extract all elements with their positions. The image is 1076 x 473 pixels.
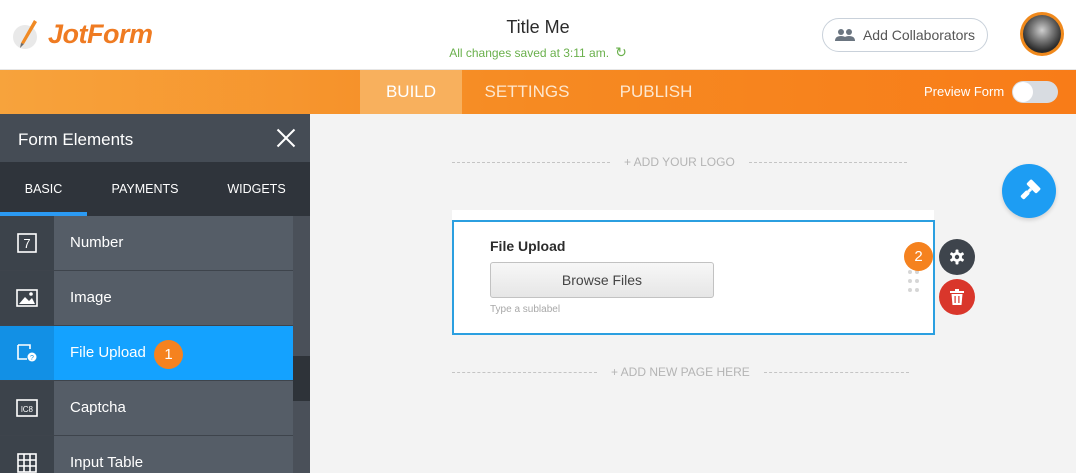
preview-form-toggle[interactable] bbox=[1012, 81, 1058, 103]
divider bbox=[748, 161, 907, 163]
svg-text:7: 7 bbox=[23, 236, 30, 251]
save-status-text: All changes saved at 3:11 am. bbox=[449, 45, 610, 60]
logo-text: JotForm bbox=[48, 18, 153, 49]
tab-payments[interactable]: PAYMENTS bbox=[87, 162, 203, 216]
form-designer-button[interactable] bbox=[1002, 164, 1056, 218]
close-icon[interactable] bbox=[276, 128, 296, 148]
jotform-logo-icon bbox=[13, 20, 37, 49]
avatar-image bbox=[1023, 15, 1061, 53]
add-collaborators-button[interactable]: Add Collaborators bbox=[822, 18, 988, 52]
element-label: Captcha bbox=[70, 399, 126, 416]
refresh-icon[interactable]: ↻ bbox=[615, 44, 627, 61]
svg-text:lC8: lC8 bbox=[21, 405, 34, 414]
element-list: 7 Number Image ? File Upload lC8 Captcha bbox=[0, 216, 293, 473]
divider bbox=[452, 371, 597, 373]
field-label[interactable]: File Upload bbox=[490, 238, 565, 254]
element-item-input-table[interactable]: Input Table bbox=[0, 436, 293, 473]
captcha-icon: lC8 bbox=[0, 381, 54, 435]
panel-title: Form Elements bbox=[18, 130, 134, 149]
divider bbox=[763, 371, 909, 373]
element-label: Number bbox=[70, 234, 124, 251]
tab-publish[interactable]: PUBLISH bbox=[608, 70, 704, 114]
add-logo-row[interactable]: + ADD YOUR LOGO bbox=[452, 155, 907, 169]
element-label: Input Table bbox=[70, 454, 144, 471]
browse-files-button[interactable]: Browse Files bbox=[490, 262, 714, 298]
top-header: JotForm Title Me All changes saved at 3:… bbox=[0, 0, 1076, 70]
add-collaborators-label: Add Collaborators bbox=[862, 27, 976, 43]
users-icon bbox=[834, 29, 855, 41]
file-upload-icon: ? bbox=[0, 326, 54, 380]
add-logo-link[interactable]: + ADD YOUR LOGO bbox=[624, 155, 735, 169]
jotform-logo[interactable]: JotForm bbox=[12, 18, 153, 50]
step-badge-2: 2 bbox=[904, 242, 933, 271]
sublabel-input[interactable]: Type a sublabel bbox=[490, 304, 560, 315]
trash-icon bbox=[950, 289, 964, 305]
preview-form-label: Preview Form bbox=[924, 84, 1005, 99]
add-page-link[interactable]: + ADD NEW PAGE HERE bbox=[611, 365, 750, 379]
save-status: All changes saved at 3:11 am. ↻ bbox=[430, 44, 646, 61]
drag-handle-icon[interactable] bbox=[908, 270, 920, 294]
svg-text:?: ? bbox=[30, 355, 34, 362]
element-item-captcha[interactable]: lC8 Captcha bbox=[0, 381, 293, 436]
form-elements-panel: Form Elements BASIC PAYMENTS WIDGETS 7 N… bbox=[0, 114, 310, 473]
toggle-knob bbox=[1013, 82, 1033, 102]
step-badge-1: 1 bbox=[154, 340, 183, 369]
tab-basic[interactable]: BASIC bbox=[0, 162, 87, 216]
delete-field-button[interactable] bbox=[939, 279, 975, 315]
add-page-row[interactable]: + ADD NEW PAGE HERE bbox=[452, 365, 909, 379]
image-icon bbox=[0, 271, 54, 325]
tab-build[interactable]: BUILD bbox=[360, 70, 462, 114]
panel-scrollbar[interactable] bbox=[293, 216, 310, 473]
field-properties-button[interactable] bbox=[939, 239, 975, 275]
form-title[interactable]: Title Me bbox=[430, 17, 646, 38]
tab-settings[interactable]: SETTINGS bbox=[474, 70, 580, 114]
table-icon bbox=[0, 436, 54, 473]
tab-widgets[interactable]: WIDGETS bbox=[203, 162, 310, 216]
element-label: Image bbox=[70, 289, 112, 306]
divider bbox=[452, 161, 610, 163]
gear-icon bbox=[950, 249, 964, 265]
element-item-file-upload[interactable]: ? File Upload bbox=[0, 326, 293, 381]
element-label: File Upload bbox=[70, 344, 146, 361]
panel-tabs: BASIC PAYMENTS WIDGETS bbox=[0, 162, 310, 216]
file-upload-field[interactable]: File Upload Browse Files Type a sublabel bbox=[452, 220, 935, 335]
panel-scrollbar-thumb[interactable] bbox=[293, 356, 310, 401]
number-icon: 7 bbox=[0, 216, 54, 270]
paint-roller-icon bbox=[1020, 179, 1041, 200]
panel-header: Form Elements bbox=[0, 114, 310, 162]
avatar[interactable] bbox=[1020, 12, 1064, 56]
element-item-number[interactable]: 7 Number bbox=[0, 216, 293, 271]
element-item-image[interactable]: Image bbox=[0, 271, 293, 326]
title-area: Title Me All changes saved at 3:11 am. ↻ bbox=[430, 17, 646, 61]
builder-nav: BUILD SETTINGS PUBLISH Preview Form bbox=[0, 70, 1076, 114]
